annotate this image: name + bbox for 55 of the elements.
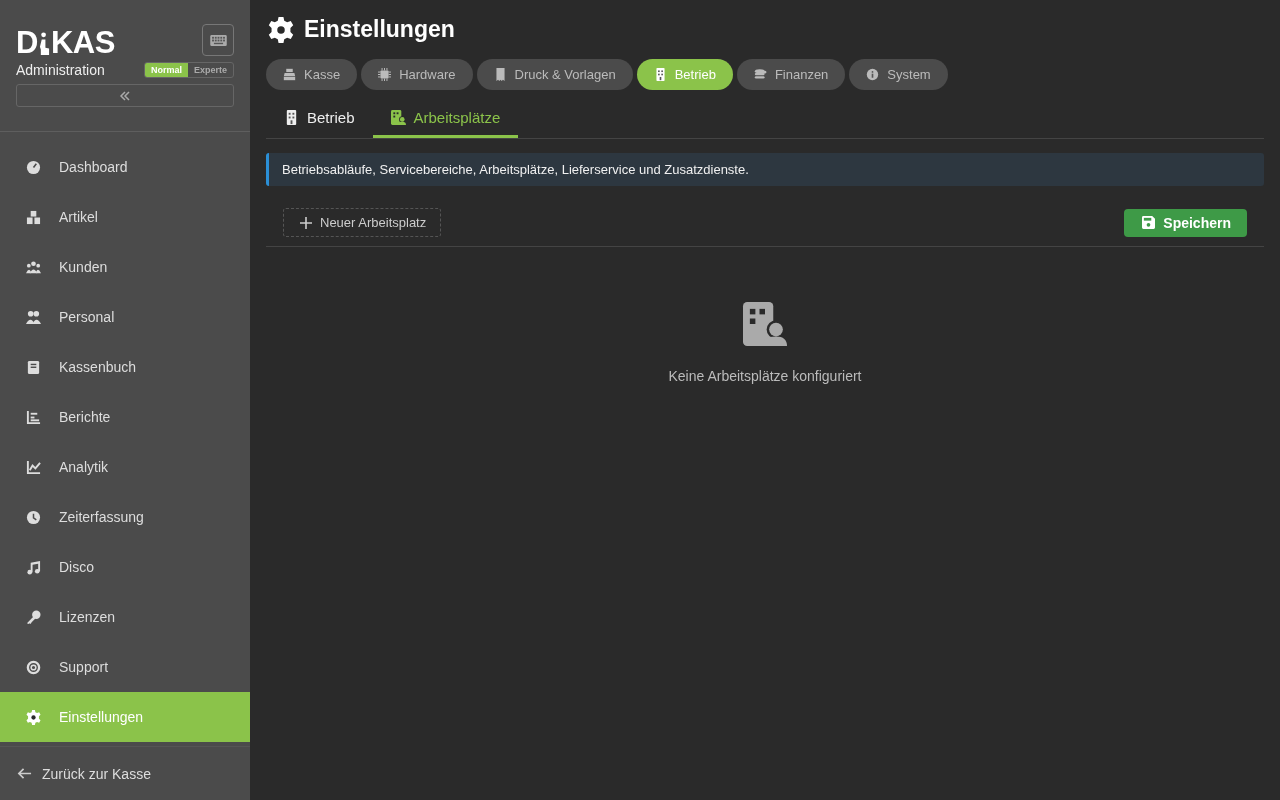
empty-state-text: Keine Arbeitsplätze konfiguriert <box>668 368 862 384</box>
line-icon <box>26 459 41 475</box>
app-subtitle: Administration <box>16 62 105 78</box>
building-icon <box>284 110 299 125</box>
nav-item[interactable]: Artikel <box>0 192 250 242</box>
info-banner: Betriebsabläufe, Servicebereiche, Arbeitsplätze, Lieferservice und Zusatzdienste. <box>266 153 1264 186</box>
chip-icon <box>378 68 392 81</box>
category-tab[interactable]: Druck & Vorlagen <box>476 59 633 90</box>
register-icon <box>283 68 296 81</box>
subtab[interactable]: Arbeitsplätze <box>372 100 519 138</box>
bars-icon <box>26 409 41 425</box>
nav-item[interactable]: Analytik <box>0 442 250 492</box>
keyboard-button[interactable] <box>202 24 234 56</box>
group-icon <box>26 259 41 275</box>
logo-text: KAS <box>50 27 115 58</box>
building-person-icon <box>742 302 788 346</box>
building-person-icon <box>390 110 406 125</box>
people-icon <box>26 309 41 325</box>
category-tab[interactable]: Finanzen <box>736 59 846 90</box>
nav-item[interactable]: Personal <box>0 292 250 342</box>
page-title: Einstellungen <box>304 16 455 43</box>
mode-option[interactable]: Experte <box>187 63 233 77</box>
building-icon <box>653 68 667 81</box>
subtab[interactable]: Betrieb <box>266 100 373 138</box>
category-tab[interactable]: System <box>849 59 948 90</box>
info-icon <box>866 68 880 81</box>
category-tab[interactable]: Hardware <box>361 59 473 90</box>
settings-icon <box>268 16 294 43</box>
book-icon <box>26 359 41 375</box>
nav-item[interactable]: Dashboard <box>0 142 250 192</box>
receipt-icon <box>493 68 507 81</box>
boxes-icon <box>26 209 41 225</box>
nav-item[interactable]: Lizenzen <box>0 592 250 642</box>
gauge-icon <box>26 159 41 175</box>
ring-icon <box>26 659 41 675</box>
gear-icon <box>26 709 41 725</box>
pointer-finger-icon <box>38 32 50 56</box>
back-link[interactable]: Zurück zur Kasse <box>0 746 250 800</box>
category-tab[interactable]: Kasse <box>266 59 358 90</box>
music-icon <box>26 559 41 575</box>
double-chevron-left-icon <box>119 89 131 102</box>
nav-item[interactable]: Zeiterfassung <box>0 492 250 542</box>
nav-item[interactable]: Disco <box>0 542 250 592</box>
nav-item[interactable]: Berichte <box>0 392 250 442</box>
plus-icon <box>300 216 312 229</box>
nav-item[interactable]: Kunden <box>0 242 250 292</box>
key-icon <box>26 609 41 625</box>
logo-text: D <box>16 27 38 58</box>
nav-item[interactable]: Kassenbuch <box>0 342 250 392</box>
save-button[interactable]: Speichern <box>1124 208 1247 237</box>
clock-icon <box>26 509 41 525</box>
nav-item[interactable]: Support <box>0 642 250 692</box>
arrow-left-icon <box>17 766 32 781</box>
keyboard-icon <box>209 34 227 46</box>
add-button[interactable]: Neuer Arbeitsplatz <box>283 208 442 237</box>
